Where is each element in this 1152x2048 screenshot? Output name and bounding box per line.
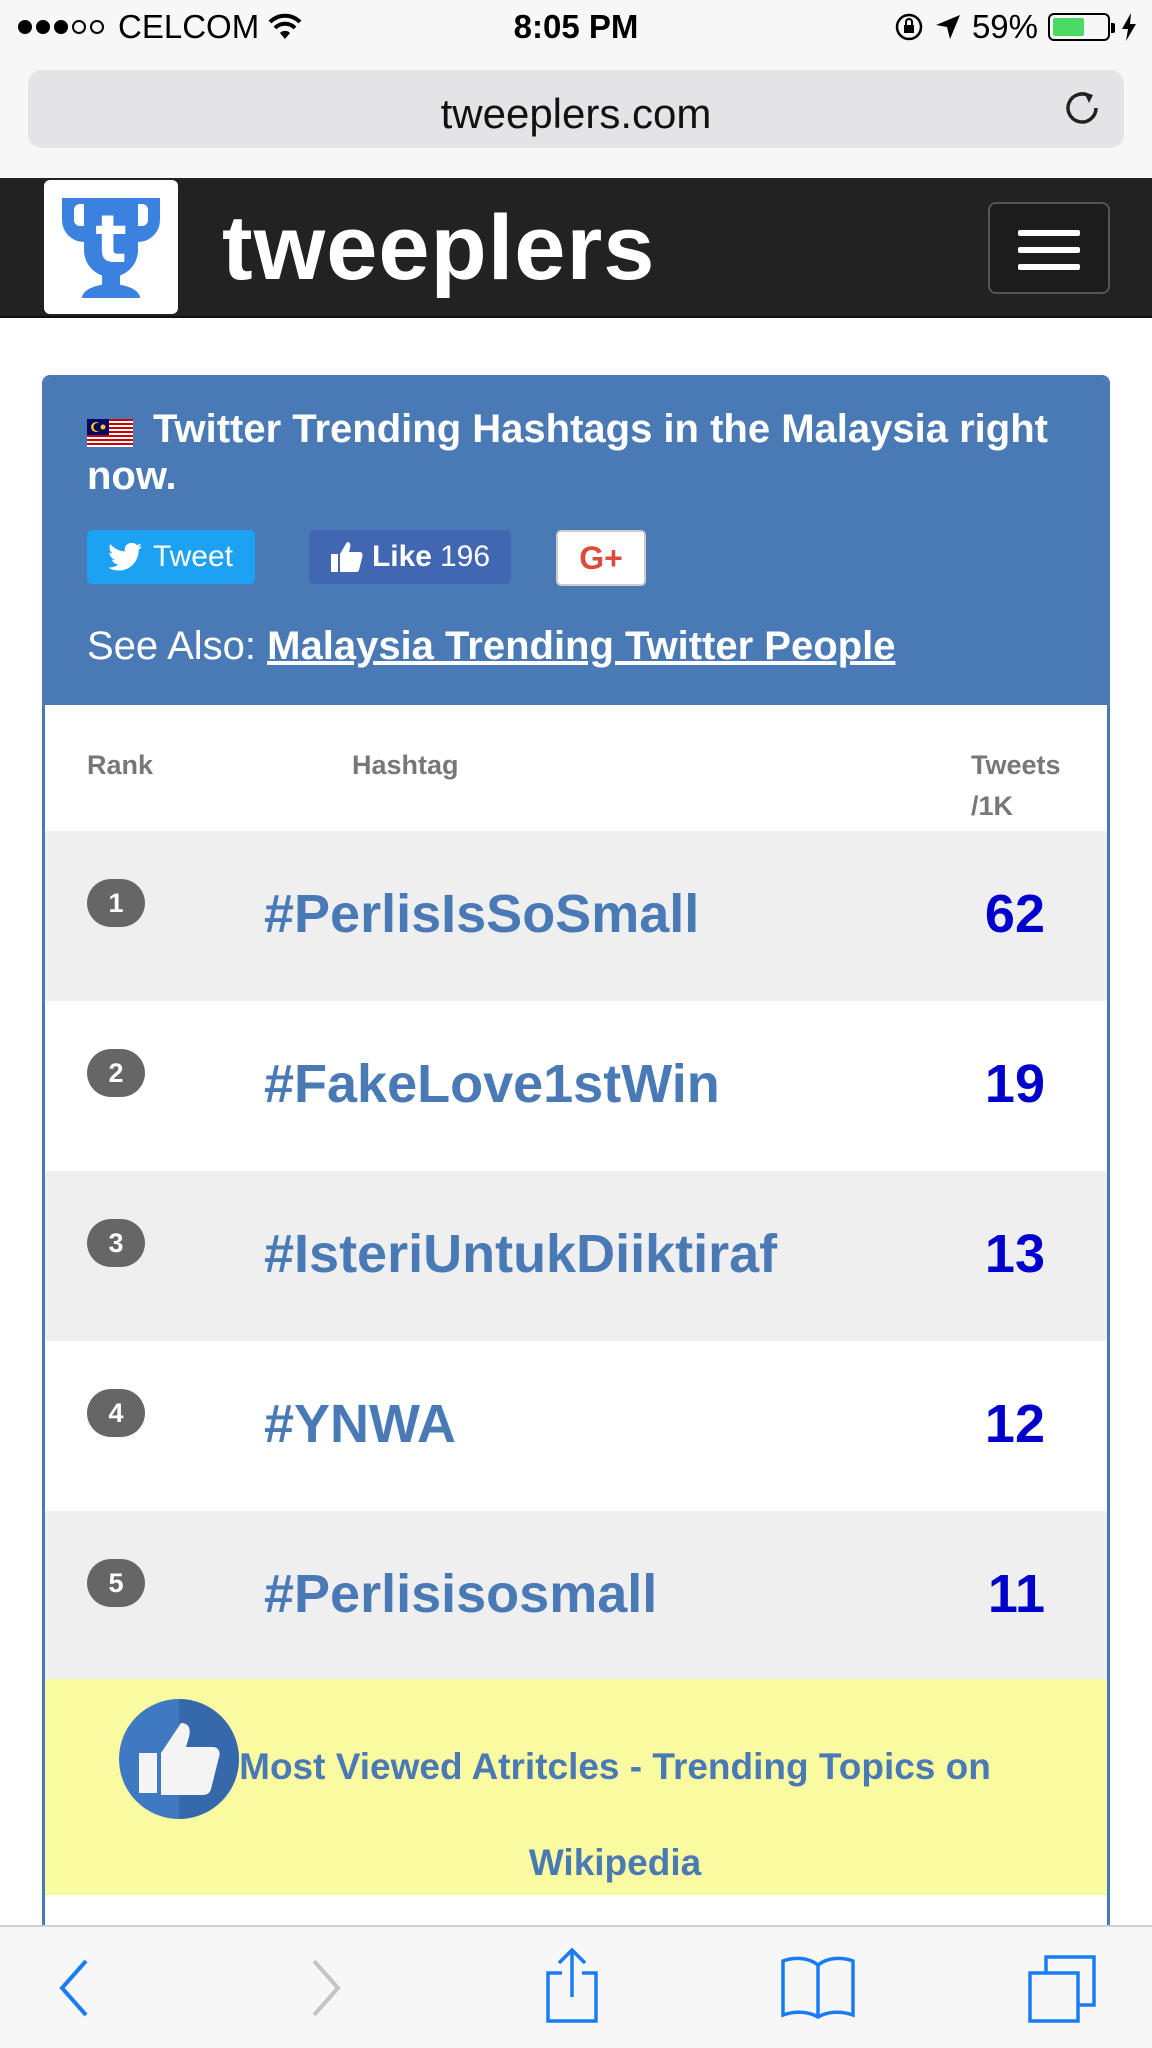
panel-heading: Twitter Trending Hashtags in the Malaysi… [45,378,1107,705]
browser-url-area: tweeplers.com [0,56,1152,178]
status-right: 59% [894,8,1138,46]
site-header: t tweeplers [0,178,1152,318]
google-plus-button[interactable]: G+ [556,530,646,586]
hashtag-link[interactable]: #Perlisisosmall [264,1563,657,1625]
hashtag-link[interactable]: #IsteriUntukDiiktiraf [264,1223,777,1285]
rank-badge: 3 [87,1219,145,1267]
twitter-bird-icon [108,543,142,571]
tweet-count: 12 [984,1394,1045,1454]
browser-toolbar [0,1925,1152,2048]
reload-icon[interactable] [1060,86,1104,130]
bookmarks-icon[interactable] [780,1955,856,2019]
location-icon [935,15,960,39]
back-icon[interactable] [56,1957,90,2019]
site-brand[interactable]: tweeplers [222,196,655,301]
thumbs-up-small-icon [330,542,363,572]
table-row[interactable]: 3 #IsteriUntukDiiktiraf 13 [45,1171,1107,1341]
table-row[interactable]: 1 #PerlisIsSoSmall 62 [45,831,1107,1001]
table-row[interactable]: 4 #YNWA 12 [45,1341,1107,1511]
column-header-tweets-unit: /1K [971,791,1014,821]
google-plus-label: G+ [579,539,623,576]
rank-badge: 4 [87,1389,145,1437]
column-header-tweets: Tweets [971,750,1061,780]
rank-badge: 5 [87,1559,145,1607]
see-also-prefix: See Also: [87,624,257,668]
battery-icon [1048,13,1115,41]
svg-text:t: t [95,201,127,278]
tweet-count: 62 [984,884,1045,944]
like-count: 196 [439,540,491,573]
forward-icon[interactable] [310,1957,344,2019]
url-text[interactable]: tweeplers.com [28,90,1124,138]
panel-title: Twitter Trending Hashtags in the Malaysi… [87,407,1048,498]
tabs-icon[interactable] [1026,1953,1098,2025]
column-header-rank: Rank [87,750,154,780]
hamburger-menu-button[interactable] [988,202,1110,294]
battery-percent: 59% [971,8,1038,45]
see-also: See Also: Malaysia Trending Twitter Peop… [87,624,895,669]
status-bar: CELCOM 8:05 PM 59% [0,0,1152,56]
see-also-link[interactable]: Malaysia Trending Twitter People [267,624,895,668]
tweet-count: 19 [984,1054,1045,1114]
tweet-button-label: Tweet [152,540,234,573]
tweet-count: 13 [984,1224,1045,1284]
share-icon[interactable] [542,1947,602,2025]
site-logo[interactable]: t [44,180,178,314]
hashtag-link[interactable]: #FakeLove1stWin [264,1053,720,1115]
hashtag-link[interactable]: #YNWA [264,1393,456,1455]
promo-banner[interactable]: Most Viewed Atritcles - Trending Topics … [45,1679,1107,1895]
like-button-label: Like [371,540,432,573]
column-header-hashtag: Hashtag [352,750,459,780]
table-row[interactable]: 5 #Perlisisosmall 11 [45,1511,1107,1681]
hashtag-link[interactable]: #PerlisIsSoSmall [264,883,699,945]
table-row[interactable]: 2 #FakeLove1stWin 19 [45,1001,1107,1171]
promo-link[interactable]: Most Viewed Atritcles - Trending Topics … [195,1719,1035,1911]
rank-badge: 2 [87,1049,145,1097]
orientation-lock-icon [895,13,923,41]
address-bar[interactable]: tweeplers.com [28,70,1124,148]
rank-badge: 1 [87,879,145,927]
trending-panel: Twitter Trending Hashtags in the Malaysi… [42,375,1110,1935]
tweet-count: 11 [987,1564,1045,1624]
facebook-like-button[interactable]: Like 196 [309,530,511,584]
trophy-logo-icon: t [62,198,160,298]
tweet-button[interactable]: Tweet [87,530,255,584]
charging-bolt-icon [1122,13,1136,41]
